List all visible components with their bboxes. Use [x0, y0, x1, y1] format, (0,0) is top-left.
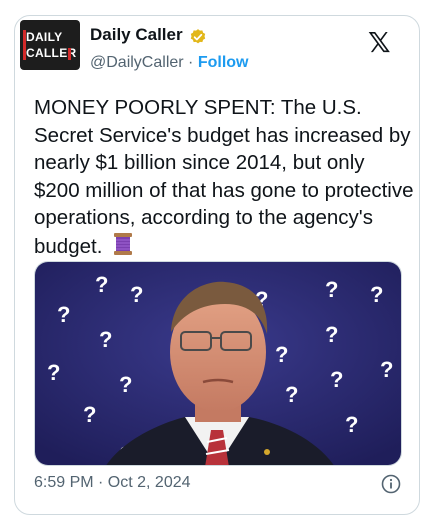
verified-badge-icon — [190, 29, 206, 44]
question-mark: ? — [57, 302, 70, 327]
question-mark: ? — [370, 282, 383, 307]
daily-caller-avatar[interactable]: DAILY CALLER — [20, 20, 80, 70]
question-mark: ? — [119, 372, 132, 397]
question-mark: ? — [325, 277, 338, 302]
thread-spool-icon — [114, 232, 133, 255]
follow-button[interactable]: Follow — [198, 54, 249, 71]
x-logo-icon[interactable]: 𝕏 — [368, 26, 391, 59]
question-mark: ? — [95, 272, 108, 297]
account-handle-row: @DailyCaller · Follow — [90, 54, 248, 72]
question-mark: ? — [345, 412, 358, 437]
post-text-block: MONEY POORLY SPENT: The U.S. Secret Serv… — [34, 94, 414, 260]
question-mark: ? — [325, 322, 338, 347]
question-mark: ? — [380, 357, 393, 382]
question-mark: ? — [83, 402, 96, 427]
separator-dot: · — [188, 54, 194, 71]
logo-red-accent — [68, 48, 71, 60]
account-name[interactable]: Daily Caller — [90, 25, 183, 45]
question-mark: ? — [130, 282, 143, 307]
question-mark: ? — [99, 327, 112, 352]
question-mark: ? — [47, 360, 60, 385]
post-image[interactable]: ? ? ? ? ? ? ? ? ? ? ? ? ? ? ? ? ? — [34, 261, 402, 466]
question-mark: ? — [275, 342, 288, 367]
account-handle[interactable]: @DailyCaller — [90, 54, 184, 71]
post-text: MONEY POORLY SPENT: The U.S. Secret Serv… — [34, 96, 414, 258]
question-mark: ? — [330, 367, 343, 392]
question-mark: ? — [285, 382, 298, 407]
post-timestamp[interactable]: 6:59 PM · Oct 2, 2024 — [34, 474, 191, 492]
photo-man-with-question-marks-icon: ? ? ? ? ? ? ? ? ? ? ? ? ? ? ? ? ? — [35, 262, 401, 465]
info-icon[interactable] — [381, 474, 401, 494]
logo-text-line1: DAILY — [26, 30, 63, 44]
